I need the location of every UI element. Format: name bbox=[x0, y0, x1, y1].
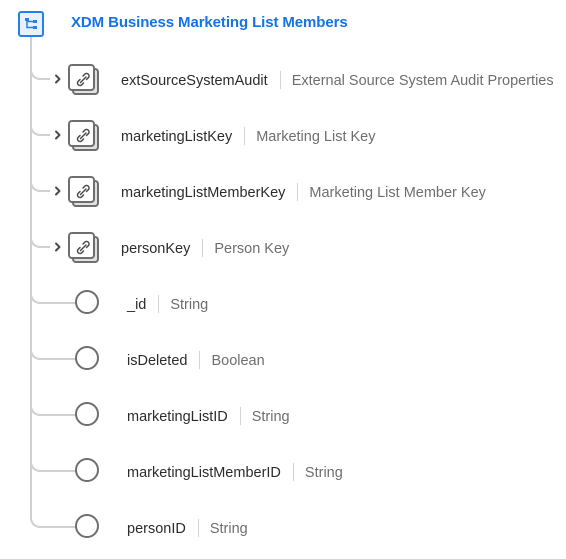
link-object-icon bbox=[68, 64, 100, 96]
field-name[interactable]: marketingListKey bbox=[121, 129, 232, 145]
field-name[interactable]: isDeleted bbox=[127, 353, 187, 369]
field-label[interactable]: marketingListID String bbox=[127, 407, 290, 425]
field-name[interactable]: marketingListMemberKey bbox=[121, 185, 285, 201]
field-label[interactable]: personKey Person Key bbox=[121, 239, 289, 257]
field-type: Person Key bbox=[214, 241, 290, 257]
chevron-right-icon[interactable] bbox=[53, 72, 63, 86]
field-row[interactable]: personID String bbox=[0, 510, 566, 544]
field-type: String bbox=[170, 297, 209, 313]
field-name[interactable]: extSourceSystemAudit bbox=[121, 73, 268, 89]
field-row[interactable]: marketingListID String bbox=[0, 398, 566, 432]
tree-branch-line bbox=[30, 398, 76, 416]
field-circle-icon bbox=[75, 514, 99, 538]
separator bbox=[239, 407, 241, 425]
field-row[interactable]: personKey Person Key bbox=[0, 230, 566, 264]
separator bbox=[292, 463, 294, 481]
field-row[interactable]: marketingListMemberID String bbox=[0, 454, 566, 488]
link-object-icon bbox=[68, 232, 100, 264]
tree-branch-line bbox=[30, 286, 76, 304]
field-type: Marketing List Key bbox=[256, 129, 376, 145]
field-label[interactable]: marketingListMemberID String bbox=[127, 463, 343, 481]
tree-branch-line bbox=[30, 454, 76, 472]
schema-tree-icon bbox=[18, 11, 44, 37]
field-label[interactable]: extSourceSystemAudit External Source Syst… bbox=[121, 71, 554, 89]
field-label[interactable]: marketingListKey Marketing List Key bbox=[121, 127, 376, 145]
field-type: Marketing List Member Key bbox=[309, 185, 486, 201]
field-label[interactable]: personID String bbox=[127, 519, 248, 537]
field-row[interactable]: isDeleted Boolean bbox=[0, 342, 566, 376]
field-row[interactable]: extSourceSystemAudit External Source Syst… bbox=[0, 62, 566, 96]
schema-title[interactable]: XDM Business Marketing List Members bbox=[71, 14, 348, 31]
separator bbox=[244, 127, 246, 145]
link-object-icon bbox=[68, 120, 100, 152]
field-type: Boolean bbox=[211, 353, 265, 369]
field-row[interactable]: marketingListMemberKey Marketing List Mem… bbox=[0, 174, 566, 208]
field-type: String bbox=[209, 521, 248, 537]
field-name[interactable]: marketingListMemberID bbox=[127, 465, 281, 481]
field-name[interactable]: marketingListID bbox=[127, 409, 228, 425]
tree-branch-line bbox=[30, 118, 50, 136]
chevron-right-icon[interactable] bbox=[53, 128, 63, 142]
field-name[interactable]: _id bbox=[127, 297, 146, 313]
field-type: String bbox=[304, 465, 343, 481]
field-circle-icon bbox=[75, 402, 99, 426]
tree-branch-line bbox=[30, 510, 76, 528]
tree-branch-line bbox=[30, 230, 50, 248]
field-row[interactable]: _id String bbox=[0, 286, 566, 320]
separator bbox=[297, 183, 299, 201]
field-label[interactable]: isDeleted Boolean bbox=[127, 351, 265, 369]
field-circle-icon bbox=[75, 290, 99, 314]
field-label[interactable]: marketingListMemberKey Marketing List Mem… bbox=[121, 183, 486, 201]
field-name[interactable]: personKey bbox=[121, 241, 190, 257]
separator bbox=[197, 519, 199, 537]
link-object-icon bbox=[68, 176, 100, 208]
chevron-right-icon[interactable] bbox=[53, 240, 63, 254]
field-label[interactable]: _id String bbox=[127, 295, 208, 313]
separator bbox=[199, 351, 201, 369]
separator bbox=[279, 71, 281, 89]
separator bbox=[202, 239, 204, 257]
field-circle-icon bbox=[75, 458, 99, 482]
separator bbox=[158, 295, 160, 313]
tree-trunk-line bbox=[30, 37, 32, 515]
field-type: String bbox=[251, 409, 290, 425]
field-name[interactable]: personID bbox=[127, 521, 186, 537]
field-row[interactable]: marketingListKey Marketing List Key bbox=[0, 118, 566, 152]
field-circle-icon bbox=[75, 346, 99, 370]
tree-branch-line bbox=[30, 342, 76, 360]
tree-branch-line bbox=[30, 62, 50, 80]
field-type: External Source System Audit Properties bbox=[291, 73, 554, 89]
tree-branch-line bbox=[30, 174, 50, 192]
chevron-right-icon[interactable] bbox=[53, 184, 63, 198]
